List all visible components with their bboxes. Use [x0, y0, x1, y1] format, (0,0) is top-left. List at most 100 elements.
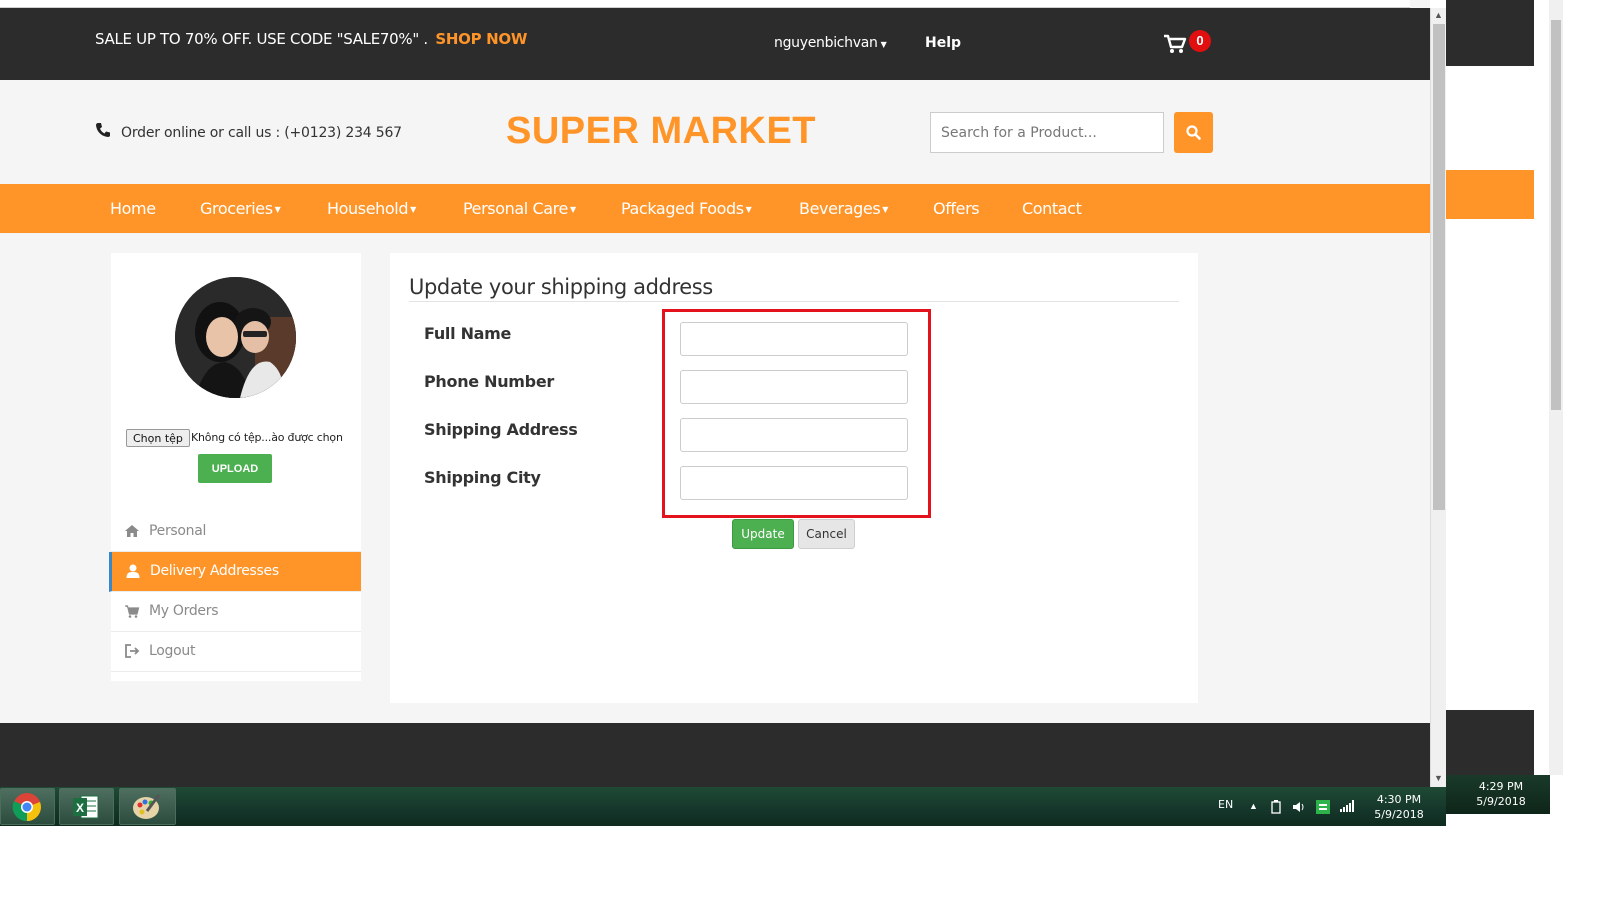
nav-home[interactable]: Home — [110, 199, 156, 218]
address-strip — [0, 0, 1410, 8]
show-hidden-icons-icon[interactable]: ▲ — [1249, 801, 1258, 811]
nav-label: Beverages — [799, 199, 881, 218]
chrome-icon — [12, 793, 41, 822]
chevron-down-icon: ▼ — [569, 205, 576, 214]
shipping-address-panel: Update your shipping address Full Name P… — [390, 253, 1198, 703]
browser-viewport: SALE UP TO 70% OFF. USE CODE "SALE70%" .… — [0, 0, 1430, 790]
paint-icon — [133, 794, 161, 819]
shipping-address-label: Shipping Address — [424, 420, 578, 439]
update-button[interactable]: Update — [732, 519, 794, 549]
windows-taskbar: X EN ▲ 4:30 PM 5/9/2018 — [0, 787, 1446, 826]
chevron-down-icon: ▼ — [882, 205, 889, 214]
account-sidebar: Chọn tệp Không có tệp...ào được chọn UPL… — [109, 253, 361, 681]
taskbar-clock[interactable]: 4:30 PM 5/9/2018 — [1364, 792, 1434, 822]
sidebar-item-my-orders[interactable]: My Orders — [111, 592, 361, 632]
nav-contact[interactable]: Contact — [1022, 199, 1082, 218]
nav-personal-care[interactable]: Personal Care ▼ — [463, 199, 576, 218]
chevron-down-icon: ▼ — [880, 40, 887, 49]
network-app-icon[interactable] — [1316, 800, 1330, 814]
site-footer — [0, 723, 1430, 790]
clock-date: 5/9/2018 — [1374, 808, 1424, 821]
username: nguyenbichvan — [774, 35, 878, 51]
sidebar-item-label: Personal — [149, 523, 207, 539]
cart-icon — [125, 605, 140, 618]
clock-date: 5/9/2018 — [1476, 795, 1526, 808]
nav-label: Offers — [933, 199, 980, 218]
form-title: Update your shipping address — [409, 275, 713, 299]
user-menu[interactable]: nguyenbichvan ▼ — [774, 35, 887, 51]
promo-bar: SALE UP TO 70% OFF. USE CODE "SALE70%" .… — [0, 8, 1430, 80]
sidebar-item-label: Logout — [149, 643, 196, 659]
chevron-down-icon: ▼ — [745, 205, 752, 214]
sidebar-item-logout[interactable]: Logout — [111, 632, 361, 672]
search-button[interactable] — [1174, 112, 1213, 153]
nav-label: Home — [110, 199, 156, 218]
site-logo[interactable]: SUPER MARKET — [506, 110, 816, 153]
nav-label: Groceries — [200, 199, 273, 218]
sidebar-item-label: My Orders — [149, 603, 219, 619]
clock-time: 4:29 PM — [1478, 780, 1524, 793]
user-icon — [126, 564, 140, 578]
nav-offers[interactable]: Offers — [933, 199, 980, 218]
cart-button[interactable]: 0 — [1163, 30, 1213, 56]
vertical-scrollbar[interactable]: ▲ ▼ — [1430, 8, 1446, 787]
background-window-header — [1446, 0, 1534, 66]
taskbar-paint[interactable] — [119, 788, 176, 825]
scrollbar-thumb[interactable] — [1433, 24, 1445, 510]
logout-icon — [125, 644, 140, 658]
cancel-button[interactable]: Cancel — [798, 519, 855, 549]
file-status-text: Không có tệp...ào được chọn — [191, 431, 343, 444]
background-window: 4:29 PM 5/9/2018 — [1446, 0, 1600, 814]
home-icon — [125, 525, 139, 537]
nav-packaged-foods[interactable]: Packaged Foods ▼ — [621, 199, 752, 218]
taskbar-excel[interactable]: X — [59, 788, 114, 825]
nav-label: Personal Care — [463, 199, 568, 218]
chevron-down-icon: ▼ — [410, 205, 416, 214]
sidebar-item-label: Delivery Addresses — [150, 563, 279, 579]
phone-number-label: Phone Number — [424, 372, 554, 391]
battery-icon[interactable] — [1271, 800, 1281, 814]
background-window-clock: 4:29 PM 5/9/2018 — [1466, 779, 1536, 809]
signal-icon[interactable] — [1340, 800, 1355, 812]
sidebar-item-personal[interactable]: Personal — [111, 512, 361, 552]
upload-button[interactable]: UPLOAD — [198, 454, 272, 483]
background-window-scroll-thumb[interactable] — [1551, 20, 1561, 410]
promo-text: SALE UP TO 70% OFF. USE CODE "SALE70%" .… — [95, 30, 527, 48]
phone-icon — [96, 123, 110, 137]
clock-time: 4:30 PM — [1376, 793, 1422, 806]
background-window-nav — [1446, 170, 1534, 219]
shipping-city-label: Shipping City — [424, 468, 541, 487]
svg-text:X: X — [76, 801, 84, 815]
language-indicator[interactable]: EN — [1218, 798, 1233, 811]
cart-icon — [1164, 34, 1187, 53]
main-nav: Home Groceries ▼ Household ▼ Personal Care… — [0, 184, 1430, 233]
site-header: Order online or call us : (+0123) 234 56… — [0, 80, 1430, 184]
divider — [409, 301, 1179, 302]
nav-label: Packaged Foods — [621, 199, 744, 218]
avatar-photo — [175, 277, 296, 398]
chevron-down-icon: ▼ — [274, 205, 281, 214]
sidebar-item-delivery-addresses[interactable]: Delivery Addresses — [109, 552, 361, 592]
annotation-highlight-box — [662, 309, 931, 518]
scroll-up-icon[interactable]: ▲ — [1434, 10, 1443, 20]
scroll-down-icon[interactable]: ▼ — [1434, 773, 1443, 783]
search-input[interactable] — [930, 112, 1164, 153]
nav-label: Household — [327, 199, 409, 218]
nav-label: Contact — [1022, 199, 1082, 218]
search-icon — [1186, 125, 1201, 140]
cart-count-badge: 0 — [1189, 30, 1211, 52]
volume-icon[interactable] — [1292, 800, 1306, 814]
order-contact-text: Order online or call us : (+0123) 234 56… — [121, 125, 402, 141]
avatar — [175, 277, 296, 398]
promo-message: SALE UP TO 70% OFF. USE CODE "SALE70%" . — [95, 30, 428, 48]
choose-file-button[interactable]: Chọn tệp — [126, 429, 190, 447]
full-name-label: Full Name — [424, 324, 512, 343]
nav-beverages[interactable]: Beverages ▼ — [799, 199, 888, 218]
taskbar-chrome[interactable] — [0, 788, 55, 825]
nav-household[interactable]: Household ▼ — [327, 199, 416, 218]
excel-icon: X — [73, 795, 99, 819]
help-link[interactable]: Help — [925, 35, 961, 51]
background-window-footer — [1446, 710, 1534, 775]
shop-now-link[interactable]: SHOP NOW — [435, 30, 527, 48]
nav-groceries[interactable]: Groceries ▼ — [200, 199, 281, 218]
